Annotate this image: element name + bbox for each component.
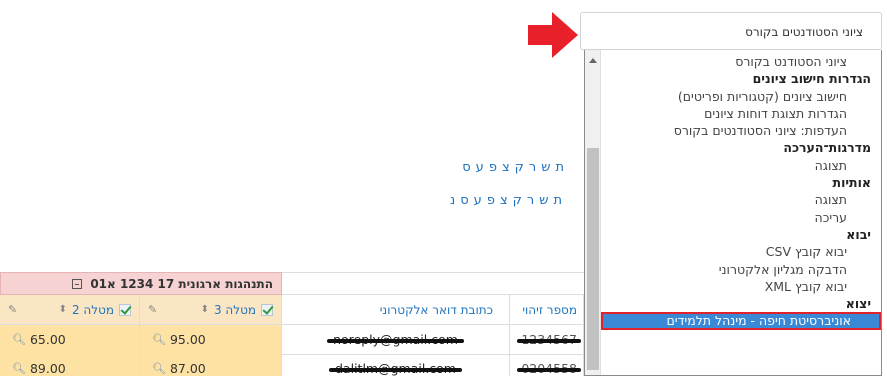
dropdown-option[interactable]: הדבקה מגליון אלקטרוני [601, 261, 881, 278]
category-header: התנהגות ארגונית 17 1234 א01 [0, 272, 282, 295]
id-value: 0204558 [517, 361, 581, 376]
id-cell: 1234567 [510, 325, 584, 355]
email-value: noreply@gmail.com [327, 332, 464, 347]
letter-filter-link[interactable]: ש [541, 160, 555, 175]
report-select[interactable]: ציוני הסטודנטים בקורס [580, 12, 882, 50]
magnifier-icon[interactable]: 🔍︎ [152, 333, 166, 346]
dropdown-group-label: אותיות [832, 175, 871, 191]
letter-filter-row-2: תשרקצפעסנ [450, 193, 567, 208]
collapse-minus-icon[interactable] [72, 279, 83, 289]
column-header-id[interactable]: מספר זיהוי [510, 295, 584, 325]
grader-table: התנהגות ארגונית 17 1234 א01 מטלה 2 ⬍ ✎ מ… [0, 272, 584, 376]
column-header-email[interactable]: כתובת דואר אלקטרוני [282, 295, 510, 325]
red-arrow-right-icon [528, 12, 578, 58]
header-blank [282, 272, 584, 295]
dropdown-option[interactable]: הגדרות תצוגת דוחות ציונים [601, 105, 881, 122]
email-column-label[interactable]: כתובת דואר אלקטרוני [380, 303, 493, 317]
redaction-mark [329, 368, 462, 372]
email-cell: dalitlm@gmail.com [282, 354, 510, 376]
letter-filter-row-1: תשרקצפעס [462, 160, 569, 175]
magnifier-icon[interactable]: 🔍︎ [12, 333, 26, 346]
scroll-thumb[interactable] [587, 148, 599, 370]
pencil-icon[interactable]: ✎ [8, 303, 17, 316]
column-header-task2[interactable]: מטלה 2 ⬍ ✎ [0, 295, 140, 325]
letter-filter-link[interactable]: ע [474, 193, 487, 208]
dropdown-group-label: יבוא [846, 226, 871, 242]
grade-value: 87.00 [169, 361, 206, 376]
letter-filter-link[interactable]: צ [502, 160, 515, 175]
dropdown-scrollbar[interactable] [585, 50, 601, 375]
letter-filter-link[interactable]: ס [460, 193, 473, 208]
grade-cell[interactable]: 🔍︎ 95.00 [140, 325, 282, 355]
task3-label[interactable]: מטלה 3 [214, 303, 256, 317]
table-row: 🔍︎ 65.00 🔍︎ 95.00 noreply@gmail.com 1234… [0, 325, 584, 355]
grade-cell[interactable]: 🔍︎ 65.00 [0, 325, 140, 355]
letter-filter-link[interactable]: ר [529, 160, 541, 175]
grade-value: 89.00 [29, 361, 66, 376]
letter-filter-link[interactable]: פ [489, 160, 502, 175]
letter-filter-link[interactable]: ס [462, 160, 475, 175]
dropdown-options: ציוני הסטודנט בקורס הגדרות חישוב ציונים חי… [601, 53, 881, 330]
sort-arrows-icon[interactable]: ⬍ [201, 304, 209, 315]
checkbox-checked-icon[interactable] [119, 303, 131, 316]
dropdown-option[interactable]: עריכה [601, 209, 881, 226]
dropdown-group-label: הגדרות חישוב ציונים [752, 71, 871, 87]
letter-filter-link[interactable]: ק [513, 193, 527, 208]
dropdown-option[interactable]: תצוגה [601, 157, 881, 174]
column-header-row: מטלה 2 ⬍ ✎ מטלה 3 ⬍ ✎ כתובת דואר אלקטרונ… [0, 295, 584, 325]
dropdown-group-label: מדרגות־הערכה [783, 140, 871, 156]
dropdown-option[interactable]: העדפות: ציוני הסטודנטים בקורס [601, 122, 881, 139]
grade-cell[interactable]: 🔍︎ 87.00 [140, 354, 282, 376]
column-header-task3[interactable]: מטלה 3 ⬍ ✎ [140, 295, 282, 325]
grade-value: 95.00 [169, 332, 206, 347]
dropdown-option[interactable]: יבוא קובץ CSV [601, 243, 881, 260]
sort-arrows-icon[interactable]: ⬍ [59, 304, 67, 315]
id-value: 1234567 [517, 332, 581, 347]
checkbox-checked-icon[interactable] [261, 303, 273, 316]
redaction-mark [327, 339, 464, 343]
id-cell: 0204558 [510, 354, 584, 376]
email-cell: noreply@gmail.com [282, 325, 510, 355]
task2-label[interactable]: מטלה 2 [72, 303, 114, 317]
letter-filter-link[interactable]: צ [500, 193, 513, 208]
dropdown-option[interactable]: יבוא קובץ XML [601, 278, 881, 295]
magnifier-icon[interactable]: 🔍︎ [152, 362, 166, 375]
letter-filter-link[interactable]: ר [527, 193, 539, 208]
letter-filter-link[interactable]: ק [515, 160, 529, 175]
report-select-value: ציוני הסטודנטים בקורס [745, 25, 863, 39]
dropdown-group-label: יצוא [845, 296, 871, 312]
letter-filter-link[interactable]: פ [487, 193, 500, 208]
id-column-label[interactable]: מספר זיהוי [522, 303, 577, 317]
scroll-up-icon[interactable] [589, 58, 597, 63]
redaction-mark [517, 339, 581, 343]
report-dropdown-list[interactable]: ציוני הסטודנט בקורס הגדרות חישוב ציונים חי… [584, 50, 882, 376]
letter-filter-link[interactable]: ת [555, 160, 569, 175]
dropdown-option[interactable]: חישוב ציונים (קטגוריות ופריטים) [601, 88, 881, 105]
letter-filter-link[interactable]: ע [476, 160, 489, 175]
dropdown-option[interactable]: אוניברסיטת חיפה - מינהל תלמידים [601, 312, 881, 330]
pencil-icon[interactable]: ✎ [148, 303, 157, 316]
redaction-mark [517, 368, 581, 372]
letter-filter-link[interactable]: ש [539, 193, 553, 208]
dropdown-option[interactable]: תצוגה [601, 191, 881, 208]
table-row: 🔍︎ 89.00 🔍︎ 87.00 dalitlm@gmail.com 0204… [0, 354, 584, 376]
grade-cell[interactable]: 🔍︎ 89.00 [0, 354, 140, 376]
magnifier-icon[interactable]: 🔍︎ [12, 362, 26, 375]
dropdown-option[interactable]: ציוני הסטודנט בקורס [601, 53, 881, 70]
letter-filter-link[interactable]: ת [553, 193, 567, 208]
grade-value: 65.00 [29, 332, 66, 347]
category-header-label: התנהגות ארגונית 17 1234 א01 [90, 277, 273, 291]
email-value: dalitlm@gmail.com [329, 361, 462, 376]
letter-filter-link[interactable]: נ [450, 193, 460, 208]
